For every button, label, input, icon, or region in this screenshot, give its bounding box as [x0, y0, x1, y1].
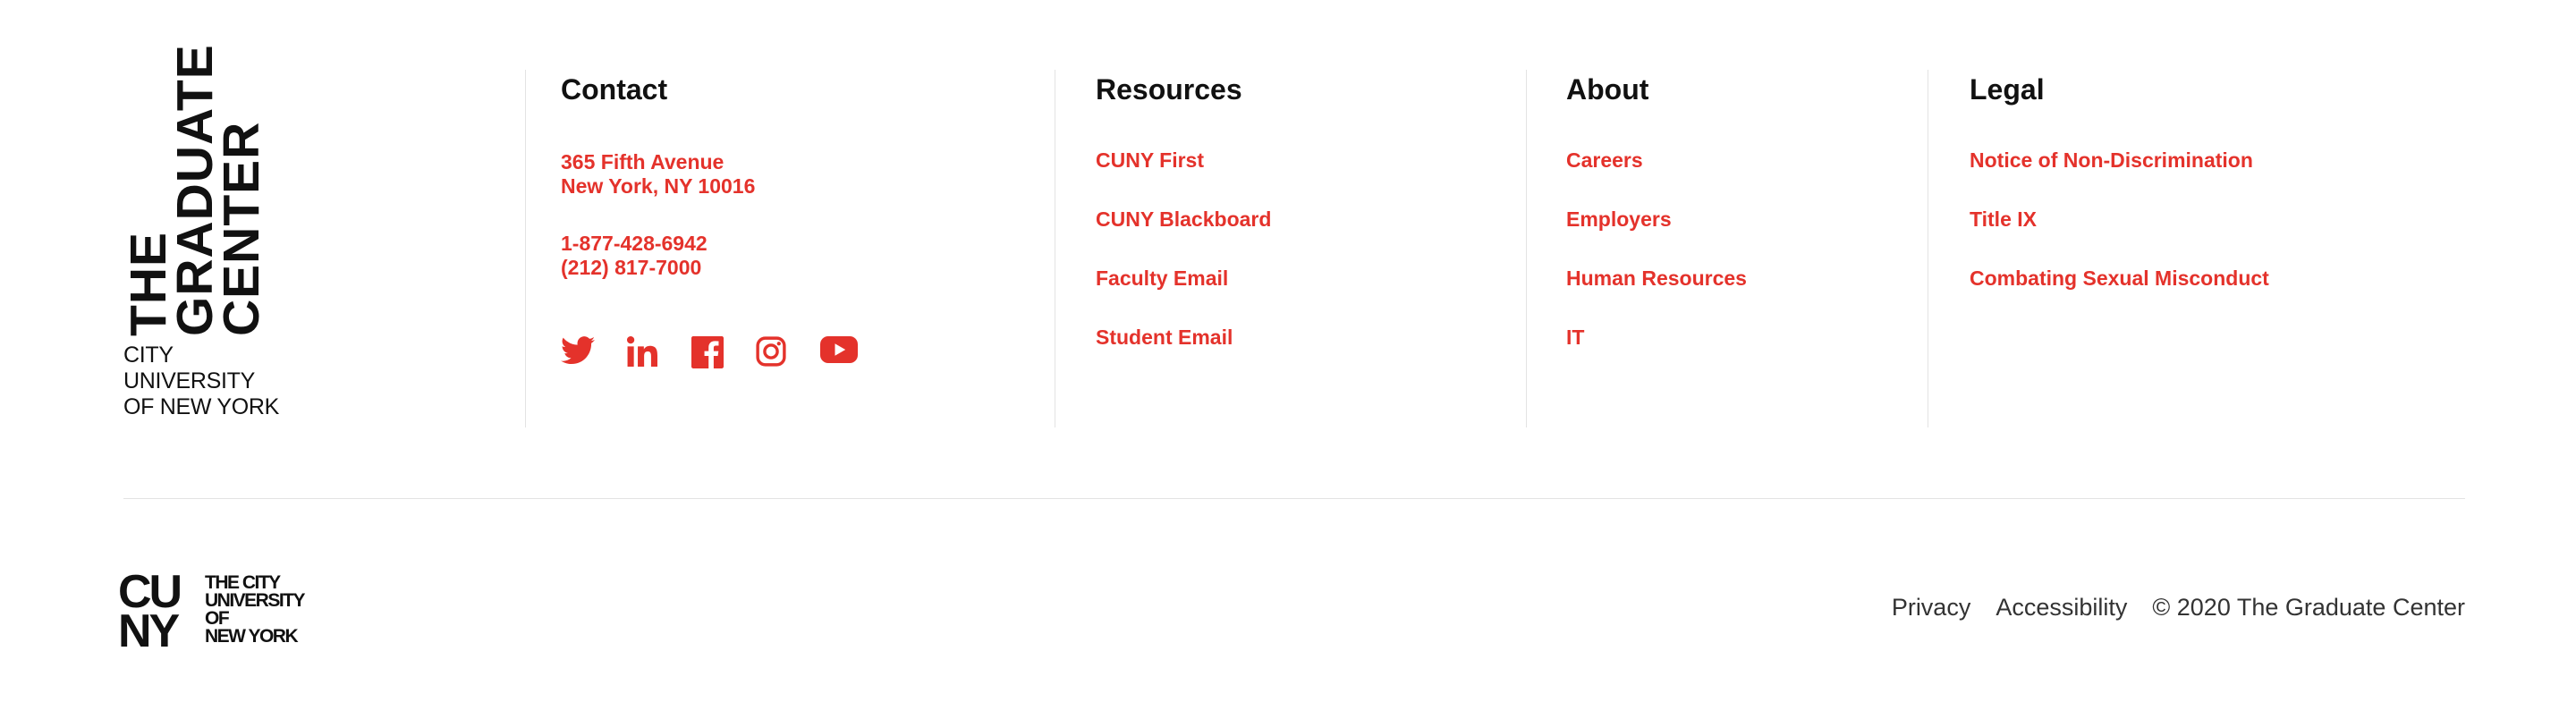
link-cuny-first[interactable]: CUNY First: [1096, 148, 1271, 207]
link-employers[interactable]: Employers: [1566, 207, 1747, 266]
resources-column: Resources CUNY First CUNY Blackboard Fac…: [1096, 72, 1489, 429]
link-cuny-blackboard[interactable]: CUNY Blackboard: [1096, 207, 1271, 266]
cuny-logo[interactable]: CU NY THE CITY UNIVERSITY OF NEW YORK: [118, 569, 324, 657]
contact-title: Contact: [561, 73, 668, 106]
contact-column: Contact 365 Fifth Avenue New York, NY 10…: [561, 72, 1026, 429]
link-faculty-email[interactable]: Faculty Email: [1096, 266, 1271, 326]
link-it[interactable]: IT: [1566, 326, 1747, 385]
graduate-center-logo[interactable]: THE GRADUATE CENTER CITY UNIVERSITY OF N…: [120, 44, 302, 419]
link-human-resources[interactable]: Human Resources: [1566, 266, 1747, 326]
column-divider: [1526, 70, 1527, 427]
copyright-text: © 2020 The Graduate Center: [2152, 594, 2465, 621]
facebook-icon[interactable]: [691, 336, 724, 368]
address-line-1: 365 Fifth Avenue: [561, 150, 724, 173]
cuny-logo-letters: CU NY: [118, 569, 182, 657]
about-title: About: [1566, 73, 1649, 106]
phone-link-1[interactable]: 1-877-428-6942: [561, 232, 708, 256]
legal-column: Legal Notice of Non-Discrimination Title…: [1970, 72, 2470, 429]
cuny-logo-small-1: THE CITY: [205, 572, 281, 593]
twitter-icon[interactable]: [561, 336, 595, 365]
accessibility-link[interactable]: Accessibility: [1996, 594, 2127, 622]
legal-list: Notice of Non-Discrimination Title IX Co…: [1970, 148, 2269, 326]
resources-title: Resources: [1096, 73, 1242, 106]
logo-sub-line1: CITY UNIVERSITY: [123, 343, 256, 393]
cuny-logo-line2: NY: [118, 605, 180, 657]
youtube-icon[interactable]: [820, 336, 858, 363]
link-title-ix[interactable]: Title IX: [1970, 207, 2269, 266]
link-combating-sexual-misconduct[interactable]: Combating Sexual Misconduct: [1970, 266, 2269, 326]
cuny-logo-small-4: NEW YORK: [205, 626, 299, 647]
privacy-link[interactable]: Privacy: [1892, 594, 1971, 622]
resources-list: CUNY First CUNY Blackboard Faculty Email…: [1096, 148, 1271, 385]
logo-word-center: CENTER: [213, 121, 270, 336]
legal-title: Legal: [1970, 73, 2045, 106]
graduate-center-logo-subtitle: CITY UNIVERSITY OF NEW YORK: [123, 343, 302, 420]
footer-divider: [123, 498, 2465, 499]
contact-phones: 1-877-428-6942 (212) 817-7000: [561, 232, 708, 280]
column-divider: [525, 70, 526, 427]
cuny-logo-text: THE CITY UNIVERSITY OF NEW YORK: [205, 572, 306, 647]
link-student-email[interactable]: Student Email: [1096, 326, 1271, 385]
graduate-center-logo-wordmark: THE GRADUATE CENTER: [120, 44, 270, 336]
logo-sub-line2: OF NEW YORK: [123, 394, 280, 419]
instagram-icon[interactable]: [756, 336, 786, 367]
about-list: Careers Employers Human Resources IT: [1566, 148, 1747, 385]
contact-address-link[interactable]: 365 Fifth Avenue New York, NY 10016: [561, 150, 755, 199]
address-line-2: New York, NY 10016: [561, 174, 756, 198]
cuny-logo-small-3: OF: [205, 608, 230, 629]
link-non-discrimination[interactable]: Notice of Non-Discrimination: [1970, 148, 2269, 207]
linkedin-icon[interactable]: [627, 336, 657, 367]
cuny-logo-small-2: UNIVERSITY: [205, 590, 306, 611]
footer-bottom-links: Privacy Accessibility © 2020 The Graduat…: [1892, 594, 2465, 622]
phone-link-2[interactable]: (212) 817-7000: [561, 256, 708, 280]
link-careers[interactable]: Careers: [1566, 148, 1747, 207]
about-column: About Careers Employers Human Resources …: [1566, 72, 1906, 429]
